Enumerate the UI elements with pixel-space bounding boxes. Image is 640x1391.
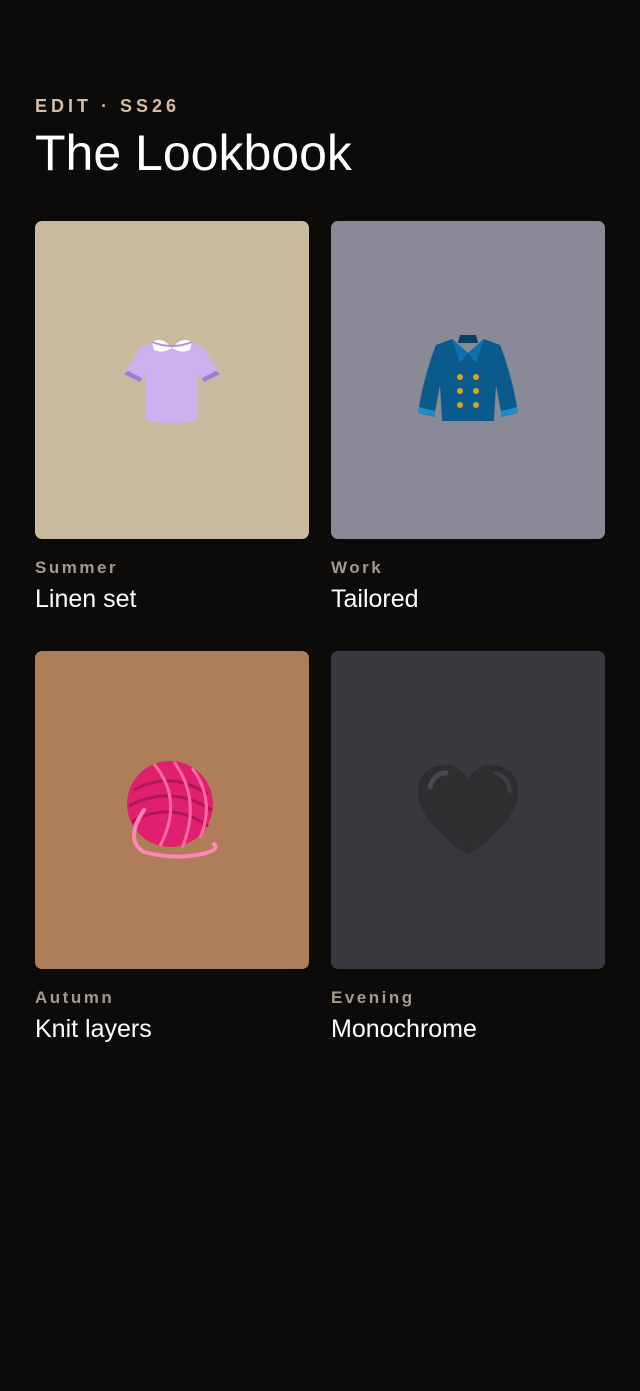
black-heart-icon [416, 763, 520, 857]
look-name: Monochrome [331, 1015, 477, 1043]
look-category: Evening [331, 988, 415, 1007]
look-tile[interactable] [35, 221, 309, 539]
look-category: Work [331, 558, 384, 577]
look-tile[interactable] [331, 221, 605, 539]
look-name: Linen set [35, 585, 137, 613]
look-tile[interactable] [331, 651, 605, 969]
look-category: Autumn [35, 988, 115, 1007]
look-tile[interactable] [35, 651, 309, 969]
look-card-autumn[interactable]: Autumn Knit layers [35, 651, 309, 1044]
coat-icon [416, 335, 520, 425]
yarn-icon [124, 760, 220, 860]
lookbook-grid: Summer Linen set Work Tailored Autumn Kn… [35, 221, 605, 1044]
look-name: Knit layers [35, 1015, 152, 1043]
look-card-summer[interactable]: Summer Linen set [35, 221, 309, 614]
page-header: EDIT · SS26 The Lookbook [35, 95, 352, 183]
edit-eyebrow: EDIT · SS26 [35, 96, 181, 116]
look-category: Summer [35, 558, 119, 577]
look-card-work[interactable]: Work Tailored [331, 221, 605, 614]
blouse-icon [122, 334, 222, 426]
look-name: Tailored [331, 585, 419, 613]
page-title: The Lookbook [35, 125, 352, 181]
look-card-evening[interactable]: Evening Monochrome [331, 651, 605, 1044]
